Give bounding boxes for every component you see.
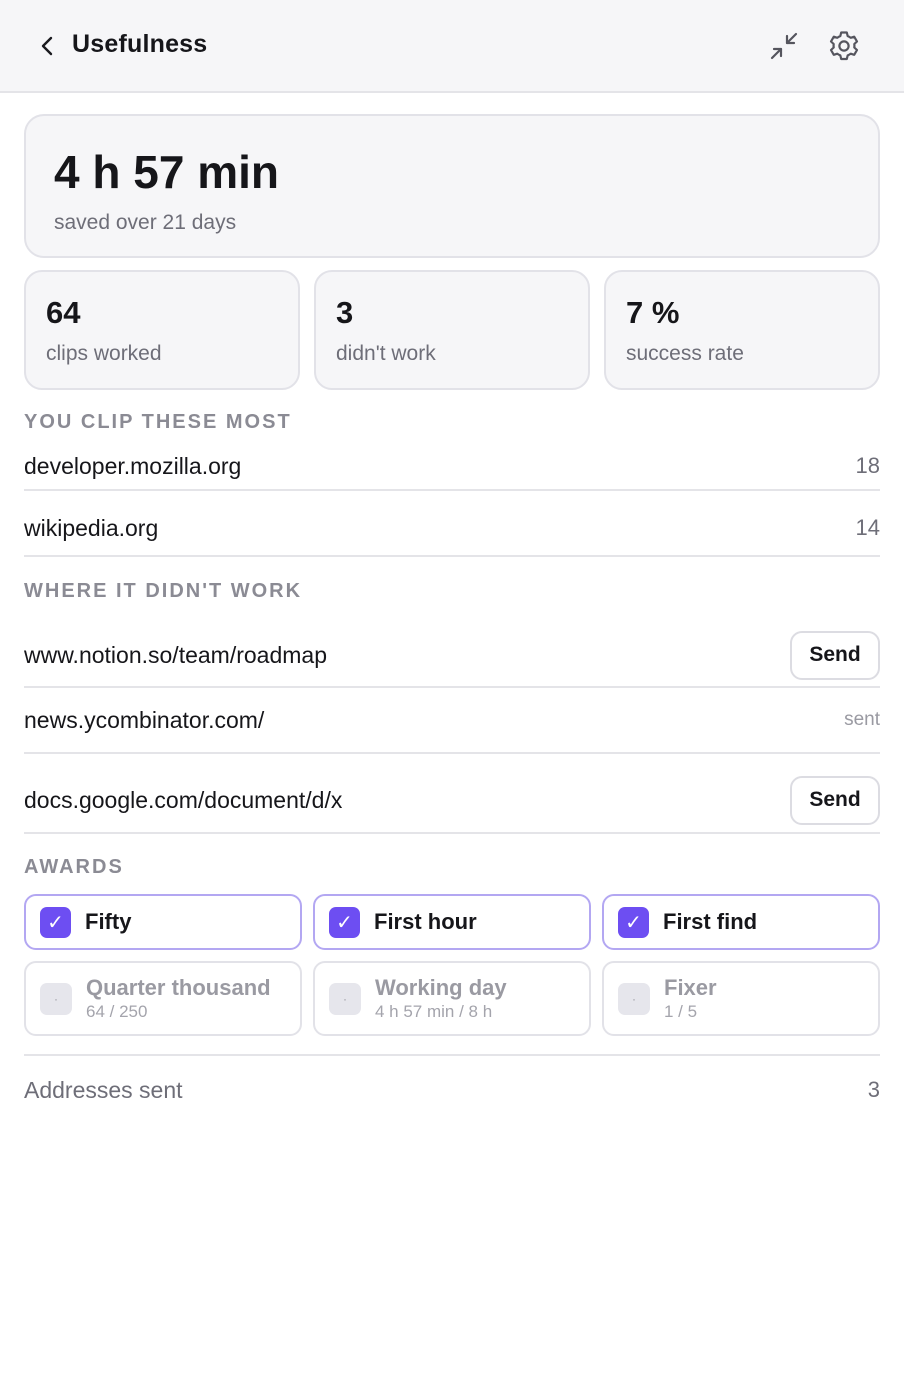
award-locked: · Fixer 1 / 5: [602, 961, 880, 1036]
awards-grid: ✓ Fifty ✓ First hour ✓ First find · Quar…: [24, 894, 880, 1036]
sent-status: sent: [844, 709, 880, 730]
stats-row: 64 clips worked 3 didn't work 7 % succes…: [24, 270, 880, 390]
locked-dot-icon: ·: [40, 982, 72, 1015]
send-button[interactable]: Send: [790, 775, 880, 825]
stat-card-success-rate: 7 % success rate: [604, 270, 880, 390]
send-button[interactable]: Send: [790, 630, 880, 680]
stat-label: didn't work: [336, 342, 436, 365]
award-progress: 64 / 250: [86, 1002, 148, 1021]
award-name: First hour: [374, 909, 477, 934]
back-button[interactable]: [34, 31, 60, 61]
checkmark-icon: ✓: [40, 906, 71, 938]
collapse-icon: [770, 32, 798, 60]
award-name: Quarter thousand: [86, 975, 271, 1000]
award-locked: · Working day 4 h 57 min / 8 h: [313, 961, 591, 1036]
site-count: 14: [855, 515, 880, 540]
addresses-sent-count: 3: [867, 1077, 880, 1102]
stat-value: 7 %: [626, 295, 680, 330]
chevron-left-icon: [41, 36, 53, 56]
list-item: www.notion.so/team/roadmap Send: [24, 604, 880, 688]
award-locked: · Quarter thousand 64 / 250: [24, 961, 302, 1036]
time-saved-card: 4 h 57 min saved over 21 days: [24, 114, 880, 258]
stat-card-didnt-work: 3 didn't work: [314, 270, 590, 390]
site-name: developer.mozilla.org: [24, 452, 242, 479]
stat-value: 3: [336, 295, 354, 330]
failed-url: www.notion.so/team/roadmap: [24, 641, 327, 668]
list-item: wikipedia.org 14: [24, 491, 880, 557]
addresses-sent-row: Addresses sent 3: [24, 1054, 880, 1124]
award-earned: ✓ First find: [602, 894, 880, 950]
list-item: news.ycombinator.com/ sent: [24, 688, 880, 754]
top-bar: Usefulness: [0, 0, 904, 93]
award-name: Fifty: [85, 909, 132, 934]
site-count: 18: [855, 453, 880, 478]
award-name: Fixer: [664, 975, 717, 1000]
list-item: docs.google.com/document/d/x Send: [24, 754, 880, 834]
awards-heading: AWARDS: [24, 856, 124, 878]
award-earned: ✓ First hour: [313, 894, 591, 950]
list-item: developer.mozilla.org 18: [24, 435, 880, 491]
time-saved-subtitle: saved over 21 days: [54, 211, 237, 234]
settings-button[interactable]: [825, 28, 863, 64]
award-earned: ✓ Fifty: [24, 894, 302, 950]
collapse-button[interactable]: [766, 28, 802, 64]
gear-icon: [829, 31, 859, 61]
failed-url: docs.google.com/document/d/x: [24, 786, 343, 813]
stat-label: clips worked: [46, 342, 162, 365]
award-progress: 1 / 5: [664, 1002, 698, 1021]
failed-url: news.ycombinator.com/: [24, 706, 265, 733]
addresses-sent-label: Addresses sent: [24, 1076, 183, 1103]
locked-dot-icon: ·: [329, 982, 361, 1015]
award-progress: 4 h 57 min / 8 h: [375, 1002, 493, 1021]
failures-heading: WHERE IT DIDN'T WORK: [24, 580, 303, 602]
checkmark-icon: ✓: [329, 906, 360, 938]
top-sites-heading: YOU CLIP THESE MOST: [24, 411, 292, 433]
locked-dot-icon: ·: [618, 982, 650, 1015]
award-name: Working day: [375, 975, 507, 1000]
page-title: Usefulness: [72, 30, 208, 58]
checkmark-icon: ✓: [618, 906, 649, 938]
stat-value: 64: [46, 295, 81, 330]
award-name: First find: [663, 909, 758, 934]
site-name: wikipedia.org: [24, 514, 159, 541]
time-saved-value: 4 h 57 min: [54, 146, 279, 198]
main-content: 4 h 57 min saved over 21 days 64 clips w…: [0, 93, 904, 1124]
stat-label: success rate: [626, 342, 744, 365]
stat-card-clips-worked: 64 clips worked: [24, 270, 300, 390]
